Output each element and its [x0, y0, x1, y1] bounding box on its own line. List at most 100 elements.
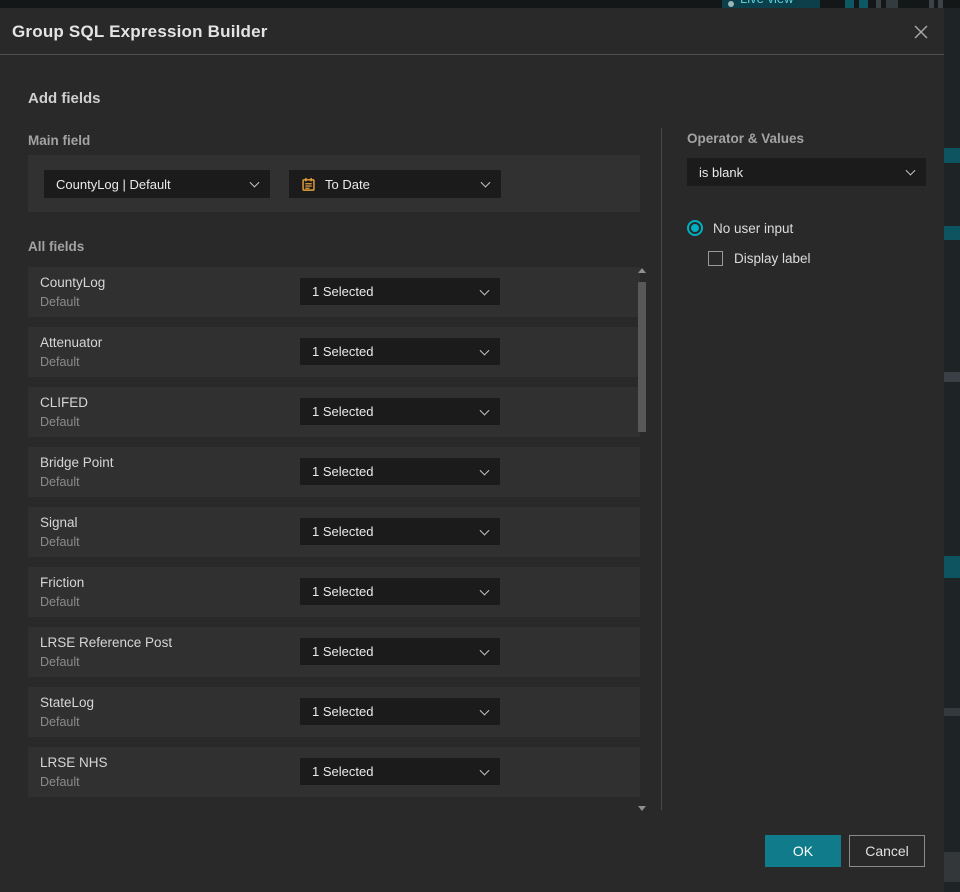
background-fragment: [938, 0, 943, 8]
main-field-type-value: To Date: [325, 176, 370, 192]
field-row: Attenuator Default 1 Selected: [28, 327, 640, 377]
field-selection-dropdown[interactable]: 1 Selected: [300, 398, 500, 425]
chevron-down-icon: [479, 285, 490, 296]
field-name: Attenuator: [40, 335, 103, 350]
field-name: LRSE Reference Post: [40, 635, 173, 650]
field-selection-dropdown[interactable]: 1 Selected: [300, 338, 500, 365]
field-row: LRSE NHS Default 1 Selected: [28, 747, 640, 797]
background-fragment: [944, 852, 960, 882]
field-selection-value: 1 Selected: [312, 464, 374, 479]
scroll-up-arrow-icon[interactable]: [638, 268, 646, 273]
background-fragment: [859, 0, 868, 8]
field-selection-value: 1 Selected: [312, 404, 374, 419]
field-selection-value: 1 Selected: [312, 704, 374, 719]
field-subtitle: Default: [40, 715, 80, 729]
field-name: CountyLog: [40, 275, 106, 290]
field-row: LRSE Reference Post Default 1 Selected: [28, 627, 640, 677]
field-row: CountyLog Default 1 Selected: [28, 267, 640, 317]
no-user-input-radio[interactable]: No user input: [687, 220, 793, 236]
field-name: Signal: [40, 515, 78, 530]
operator-values-heading: Operator & Values: [687, 131, 805, 146]
field-row: Signal Default 1 Selected: [28, 507, 640, 557]
field-subtitle: Default: [40, 355, 80, 369]
background-fragment: [944, 226, 960, 240]
chevron-down-icon: [479, 405, 490, 416]
display-label-checkbox-row[interactable]: Display label: [708, 251, 811, 266]
scroll-down-arrow-icon[interactable]: [638, 806, 646, 811]
live-view-toggle[interactable]: Live view: [722, 0, 820, 8]
chevron-down-icon: [479, 585, 490, 596]
field-subtitle: Default: [40, 595, 80, 609]
add-fields-heading: Add fields: [28, 90, 101, 107]
main-field-label: Main field: [28, 133, 91, 148]
field-selection-dropdown[interactable]: 1 Selected: [300, 458, 500, 485]
field-subtitle: Default: [40, 655, 80, 669]
chevron-down-icon: [479, 645, 490, 656]
background-fragment: [886, 0, 898, 8]
background-app-top-strip: Live view: [0, 0, 960, 8]
field-subtitle: Default: [40, 535, 80, 549]
chevron-down-icon: [479, 705, 490, 716]
panel-divider: [661, 128, 662, 810]
field-name: StateLog: [40, 695, 95, 710]
background-fragment: [929, 0, 934, 8]
chevron-down-icon: [479, 345, 490, 356]
operator-dropdown[interactable]: is blank: [687, 158, 926, 186]
main-field-container: CountyLog | Default To Date: [28, 155, 640, 212]
field-subtitle: Default: [40, 295, 80, 309]
background-fragment: [876, 0, 881, 8]
field-selection-value: 1 Selected: [312, 764, 374, 779]
chevron-down-icon: [480, 177, 491, 188]
close-icon: [914, 25, 928, 39]
main-field-source-dropdown[interactable]: CountyLog | Default: [44, 170, 270, 198]
checkbox-unchecked-icon[interactable]: [708, 251, 723, 266]
field-selection-dropdown[interactable]: 1 Selected: [300, 638, 500, 665]
chevron-down-icon: [905, 165, 916, 176]
chevron-down-icon: [479, 465, 490, 476]
field-row: Bridge Point Default 1 Selected: [28, 447, 640, 497]
field-selection-dropdown[interactable]: 1 Selected: [300, 578, 500, 605]
field-subtitle: Default: [40, 475, 80, 489]
field-selection-dropdown[interactable]: 1 Selected: [300, 278, 500, 305]
field-selection-dropdown[interactable]: 1 Selected: [300, 518, 500, 545]
cancel-button[interactable]: Cancel: [849, 835, 925, 867]
chevron-down-icon: [249, 177, 260, 188]
close-button[interactable]: [908, 19, 934, 45]
main-field-source-value: CountyLog | Default: [56, 176, 171, 192]
radio-selected-icon: [687, 220, 703, 236]
field-selection-value: 1 Selected: [312, 524, 374, 539]
fields-list-scrollbar[interactable]: [637, 266, 647, 813]
ok-button[interactable]: OK: [765, 835, 841, 867]
scrollbar-thumb[interactable]: [638, 282, 646, 432]
screen: Live view Group SQL Expression Builder A…: [0, 0, 960, 892]
field-subtitle: Default: [40, 775, 80, 789]
field-selection-value: 1 Selected: [312, 284, 374, 299]
display-label-text: Display label: [734, 251, 811, 266]
field-row: CLIFED Default 1 Selected: [28, 387, 640, 437]
main-field-type-dropdown[interactable]: To Date: [289, 170, 501, 198]
group-sql-expression-builder-dialog: Group SQL Expression Builder Add fields …: [0, 8, 944, 892]
background-fragment: [944, 372, 960, 382]
live-dot-icon: [728, 1, 734, 7]
field-selection-value: 1 Selected: [312, 584, 374, 599]
field-selection-dropdown[interactable]: 1 Selected: [300, 698, 500, 725]
background-fragment: [845, 0, 854, 8]
operator-value: is blank: [699, 164, 744, 180]
field-selection-value: 1 Selected: [312, 644, 374, 659]
field-row: StateLog Default 1 Selected: [28, 687, 640, 737]
field-selection-dropdown[interactable]: 1 Selected: [300, 758, 500, 785]
field-name: CLIFED: [40, 395, 89, 410]
field-name: LRSE NHS: [40, 755, 108, 770]
chevron-down-icon: [479, 525, 490, 536]
dialog-header: Group SQL Expression Builder: [0, 8, 944, 55]
background-fragment: [944, 148, 960, 163]
background-fragment: [944, 556, 960, 578]
field-row: Friction Default 1 Selected: [28, 567, 640, 617]
all-fields-label: All fields: [28, 239, 85, 254]
background-fragment: [944, 708, 960, 716]
calendar-icon: [301, 177, 316, 192]
no-user-input-label: No user input: [713, 220, 794, 236]
field-name: Friction: [40, 575, 85, 590]
field-name: Bridge Point: [40, 455, 114, 470]
field-subtitle: Default: [40, 415, 80, 429]
